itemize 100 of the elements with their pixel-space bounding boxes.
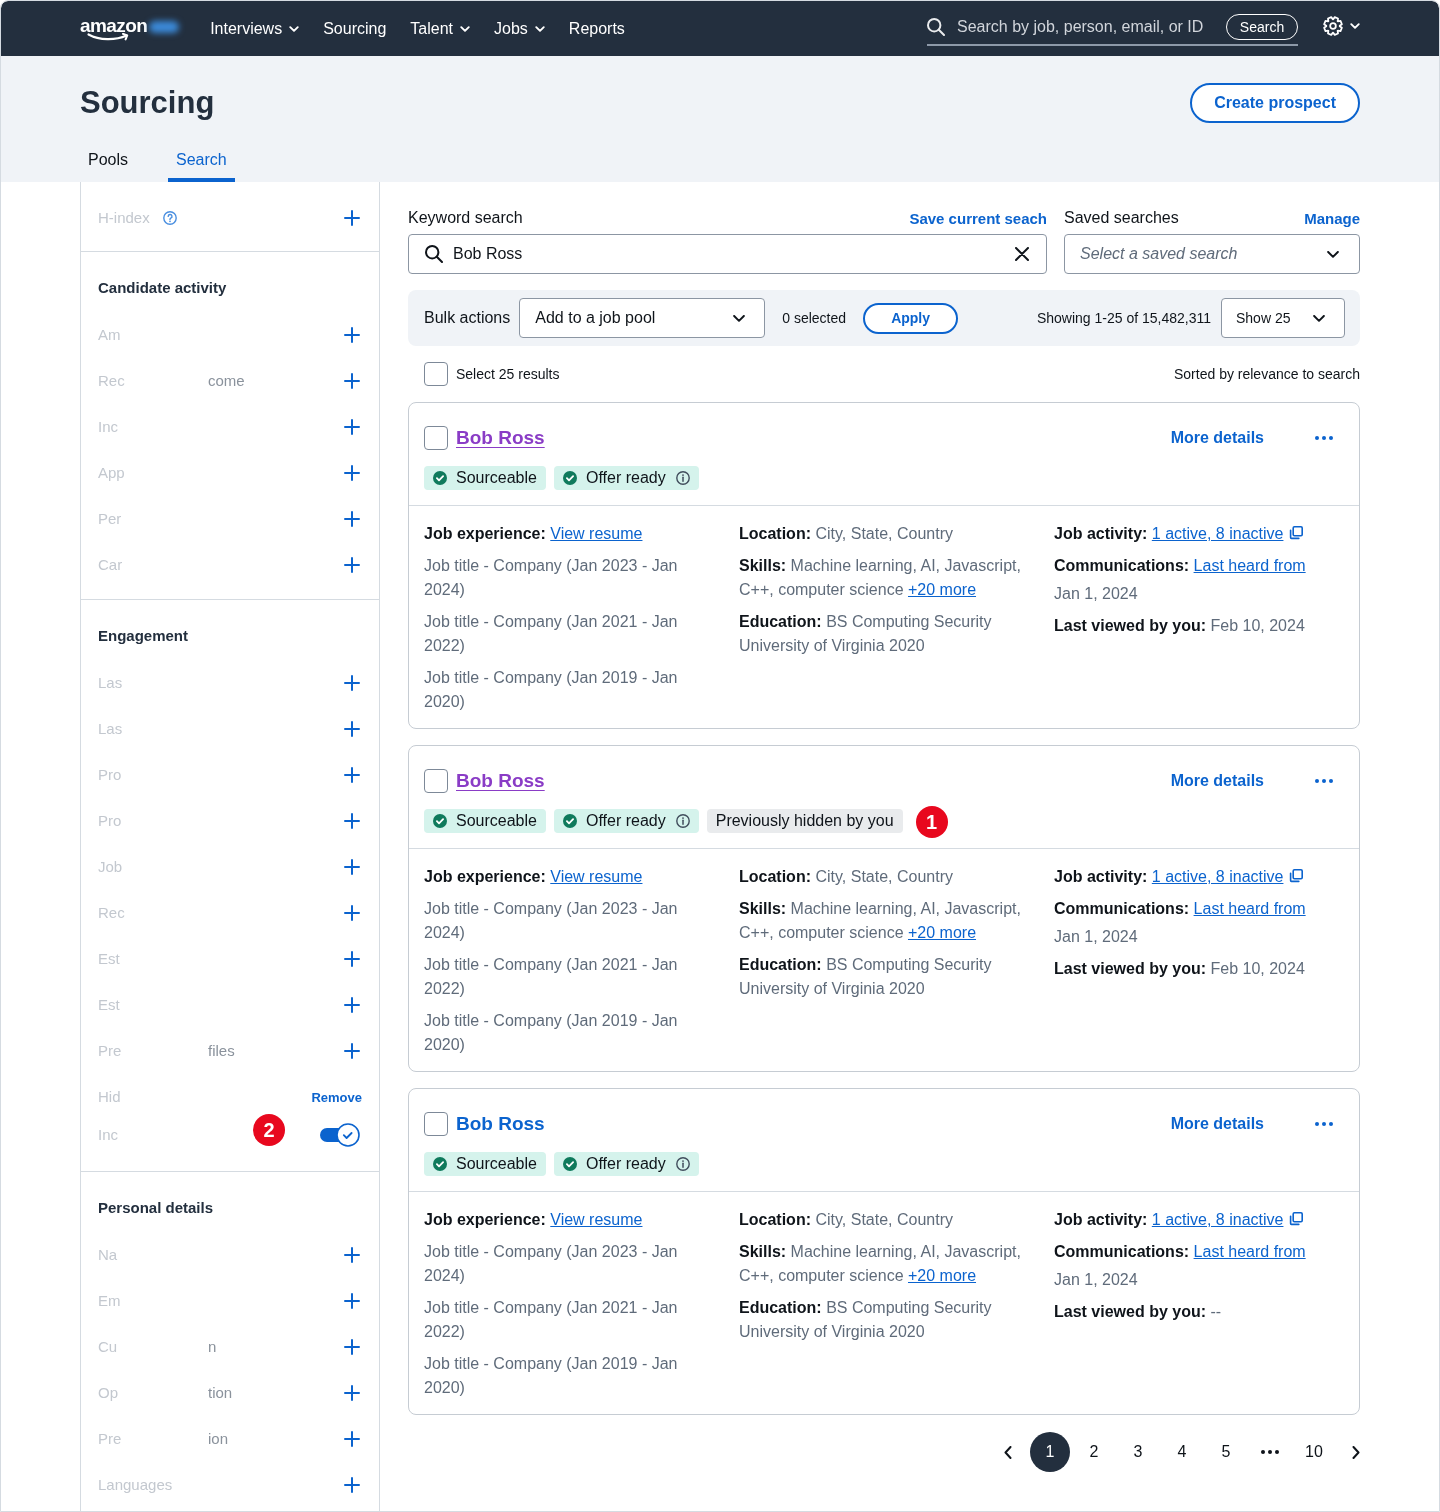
page-button[interactable]: 1 (1030, 1432, 1070, 1472)
filter-label: ion (208, 1429, 229, 1449)
ellipsis-icon (1315, 1122, 1333, 1126)
plus-icon[interactable] (344, 1431, 360, 1447)
plus-icon[interactable] (344, 1339, 360, 1355)
plus-icon[interactable] (344, 557, 360, 573)
plus-icon[interactable] (344, 997, 360, 1013)
settings-menu-button[interactable] (1323, 15, 1360, 36)
detail-text: Job activity: 1 active, 8 inactive (1054, 1208, 1317, 1232)
page-button[interactable]: 2 (1074, 1432, 1114, 1472)
detail-link[interactable]: 1 active, 8 inactive (1151, 868, 1284, 885)
tag-label: Offer ready (585, 1155, 666, 1173)
results-count: Showing 1-25 of 15,482,311 (1036, 310, 1211, 326)
page-button[interactable]: 3 (1118, 1432, 1158, 1472)
smile-arrow-icon (87, 33, 131, 41)
close-icon[interactable] (1015, 247, 1029, 261)
detail-link[interactable]: 1 active, 8 inactive (1151, 525, 1284, 542)
selected-count: 0 selected (782, 310, 847, 326)
new-window-icon[interactable] (1289, 869, 1304, 883)
nav-menu-item[interactable]: Talent (410, 16, 471, 41)
page-button[interactable]: 4 (1162, 1432, 1202, 1472)
page-button[interactable]: 5 (1206, 1432, 1246, 1472)
save-search-link[interactable]: Save current seach (909, 209, 1047, 227)
filter-label: Job (98, 857, 123, 877)
plus-icon[interactable] (344, 905, 360, 921)
filter-label: Languages (98, 1475, 173, 1495)
manage-link[interactable]: Manage (1304, 209, 1360, 227)
tab[interactable]: Pools (80, 138, 137, 182)
plus-icon[interactable] (344, 373, 360, 389)
more-details-link[interactable]: More details (1170, 772, 1264, 790)
plus-icon[interactable] (344, 721, 360, 737)
toggle-switch[interactable] (320, 1123, 360, 1147)
plus-icon[interactable] (344, 1043, 360, 1059)
nav-menu-item[interactable]: Jobs (494, 16, 545, 41)
checkbox[interactable] (424, 426, 448, 450)
new-window-icon[interactable] (1289, 526, 1304, 540)
detail-text: Location: City, State, Country (739, 867, 954, 887)
plus-icon[interactable] (344, 465, 360, 481)
nav-menu-item[interactable]: Interviews (210, 16, 300, 41)
detail-text: Communications: Last heard from (1054, 556, 1307, 576)
page-button[interactable]: 10 (1294, 1432, 1334, 1472)
candidate-name-link[interactable]: Bob Ross (456, 1113, 545, 1135)
search-field[interactable]: Search by job, person, email, or ID (927, 14, 1226, 40)
filter-label: App (98, 463, 125, 483)
plus-icon[interactable] (344, 951, 360, 967)
keyword-search-field[interactable]: Bob Ross (408, 234, 1047, 274)
detail-link[interactable]: Last heard from (1193, 557, 1306, 574)
more-details-link[interactable]: More details (1170, 429, 1264, 447)
chevron-left-icon[interactable] (1004, 1445, 1012, 1459)
saved-search-dropdown[interactable]: Select a saved search (1064, 234, 1360, 274)
plus-icon[interactable] (344, 767, 360, 783)
plus-icon[interactable] (344, 813, 360, 829)
page-size-dropdown[interactable]: Show 25 (1221, 298, 1345, 338)
plus-icon[interactable] (344, 675, 360, 691)
more-details-link[interactable]: More details (1170, 1115, 1264, 1133)
detail-link[interactable]: View resume (550, 868, 643, 885)
plus-icon[interactable] (344, 511, 360, 527)
detail-link[interactable]: +20 more (908, 581, 977, 598)
info-icon[interactable] (675, 471, 690, 485)
help-icon[interactable] (162, 211, 177, 225)
remove-link[interactable]: Remove (311, 1089, 362, 1105)
candidate-name-link[interactable]: Bob Ross (456, 770, 545, 792)
plus-icon[interactable] (344, 419, 360, 435)
apply-button[interactable]: Apply (863, 302, 959, 334)
chevron-right-icon[interactable] (1352, 1445, 1360, 1459)
plus-icon[interactable] (344, 859, 360, 875)
plus-icon[interactable] (344, 1477, 360, 1493)
filter-label: Car (98, 555, 123, 575)
checkbox[interactable] (424, 769, 448, 793)
candidate-name-link[interactable]: Bob Ross (456, 427, 545, 449)
info-icon[interactable] (675, 814, 690, 828)
detail-link[interactable]: 1 active, 8 inactive (1151, 1211, 1284, 1228)
new-window-icon[interactable] (1289, 1212, 1304, 1226)
detail-text: Skills: Machine learning, AI, Javascript, C++, computer science +20 more (739, 556, 1022, 600)
job-pool-dropdown[interactable]: Add to a job pool (519, 298, 766, 338)
select-all-label: Select 25 results (456, 366, 560, 382)
sort-order-text: Sorted by relevance to search (1174, 366, 1360, 382)
nav-menu-item[interactable]: Reports (568, 16, 625, 41)
filter-label: Rec (98, 903, 125, 923)
detail-link[interactable]: View resume (550, 1211, 643, 1228)
detail-link[interactable]: Last heard from (1193, 1243, 1306, 1260)
search-icon (927, 18, 945, 36)
check-circle-icon (433, 471, 447, 485)
nav-menu-item[interactable]: Sourcing (323, 16, 387, 41)
plus-icon[interactable] (344, 210, 360, 226)
date-text: Jan 1, 2024 (1054, 1270, 1139, 1290)
plus-icon[interactable] (344, 1293, 360, 1309)
detail-link[interactable]: View resume (550, 525, 643, 542)
checkbox[interactable] (424, 362, 448, 386)
detail-link[interactable]: Last heard from (1193, 900, 1306, 917)
plus-icon[interactable] (344, 1247, 360, 1263)
plus-icon[interactable] (344, 327, 360, 343)
logo-text: amazon (80, 16, 148, 36)
detail-link[interactable]: +20 more (908, 924, 977, 941)
plus-icon[interactable] (344, 1385, 360, 1401)
info-icon[interactable] (675, 1157, 690, 1171)
search-icon (425, 245, 443, 263)
detail-link[interactable]: +20 more (908, 1267, 977, 1284)
checkbox[interactable] (424, 1112, 448, 1136)
create-prospect-button[interactable]: Create prospect (1190, 83, 1360, 123)
